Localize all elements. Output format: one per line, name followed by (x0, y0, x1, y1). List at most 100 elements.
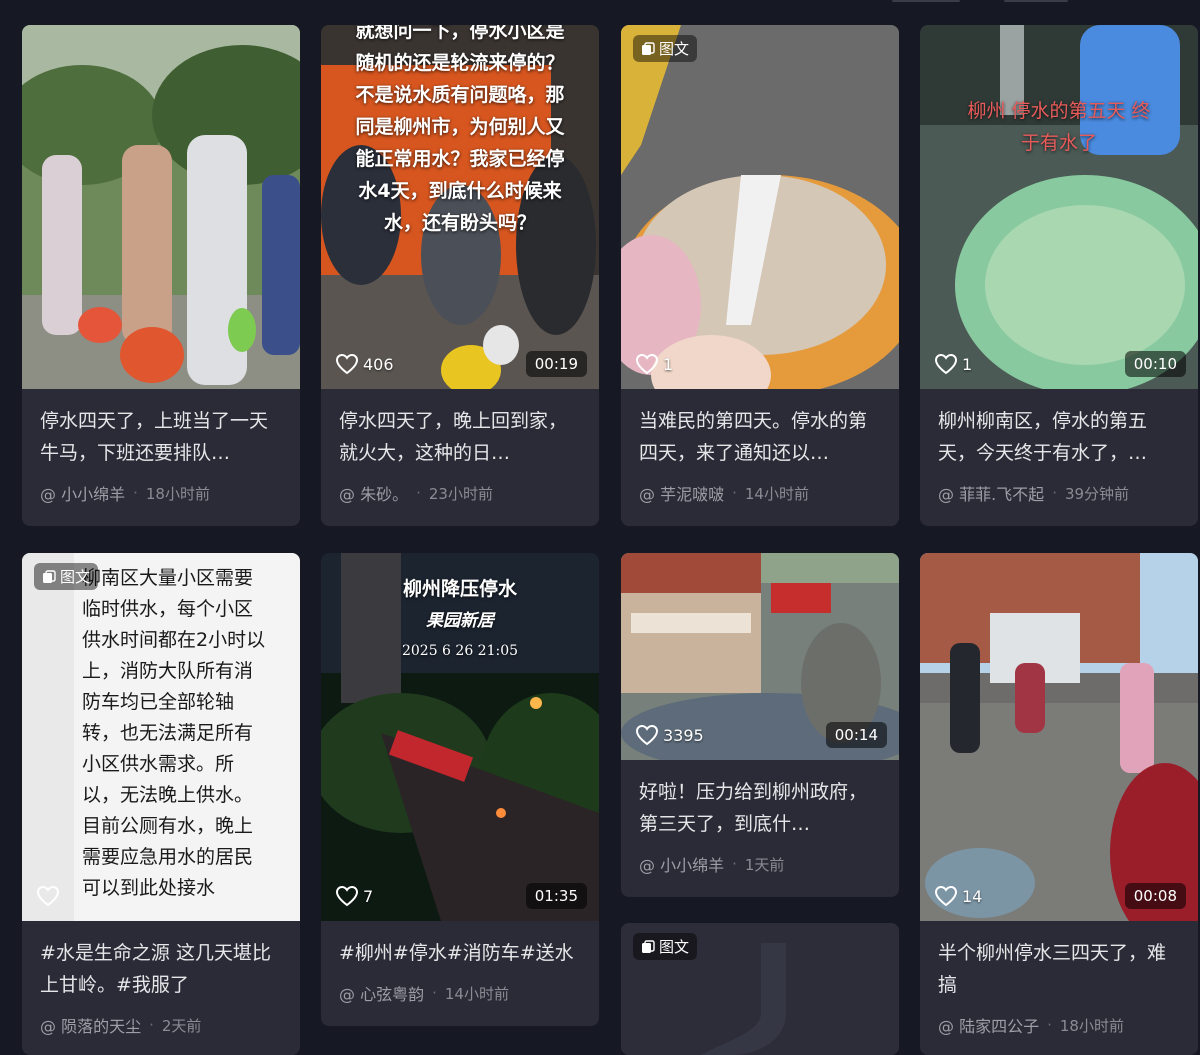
video-duration: 00:19 (525, 351, 587, 377)
separator: · (133, 484, 138, 502)
like-count[interactable]: 406 (335, 353, 394, 375)
like-count-value: 7 (363, 886, 374, 906)
like-count[interactable]: 7 (335, 885, 373, 907)
video-duration: 00:10 (1124, 351, 1186, 377)
post-time: 1天前 (744, 855, 785, 874)
badge-label: 图文 (659, 40, 690, 58)
post-time: 23小时前 (428, 484, 493, 503)
image-thumbnail[interactable]: 柳南区大量小区需要临时供水，每个小区供水时间都在2小时以上，消防大队所有消防车均… (22, 553, 300, 921)
image-text-badge: 图文 (633, 933, 698, 960)
like-count-value: 3395 (663, 725, 704, 745)
overlay-caption: 柳州降压停水 (402, 578, 517, 600)
image-text-icon (642, 41, 655, 55)
video-thumbnail[interactable]: 就想问一下，停水小区是随机的还是轮流来停的？不是说水质有问题咯，那同是柳州市，为… (321, 25, 599, 389)
video-duration: 01:35 (525, 883, 587, 909)
video-duration: 00:14 (825, 722, 887, 748)
heart-icon (335, 353, 359, 375)
card-meta: @ 陆家四公子 · 18小时前 (920, 1001, 1198, 1055)
like-count-value: 406 (363, 354, 394, 374)
post-time: 14小时前 (444, 984, 509, 1003)
card-meta: @ 心弦粤韵 · 14小时前 (321, 969, 599, 1023)
heart-icon (934, 353, 958, 375)
separator: · (432, 984, 437, 1002)
heart-icon (934, 885, 958, 907)
author-name[interactable]: @ 陆家四公子 (938, 1013, 1039, 1037)
badge-label: 图文 (60, 568, 91, 586)
feed-card[interactable]: 图文 (621, 923, 899, 1055)
separator: · (732, 484, 737, 502)
feed-card[interactable]: 停水四天了，上班当了一天牛马，下班还要排队… @ 小小绵羊 · 18小时前 (22, 25, 300, 526)
overlay-subtitle: 果园新居 (426, 611, 494, 631)
feed-card[interactable]: 柳南区大量小区需要临时供水，每个小区供水时间都在2小时以上，消防大队所有消防车均… (22, 553, 300, 1055)
overlay-caption: 柳南区大量小区需要临时供水，每个小区供水时间都在2小时以上，消防大队所有消防车均… (82, 567, 266, 899)
video-thumbnail[interactable]: 柳州 停水的第五天 终于有水了 1 00:10 (920, 25, 1198, 389)
overlay-date: 2025 6 26 21:05 (401, 643, 519, 659)
image-thumbnail[interactable]: 图文 (621, 923, 899, 1055)
author-name[interactable]: @ 陨落的天尘 (40, 1013, 141, 1037)
feed-card[interactable]: 图文 1 当难民的第四天。停水的第四天，来了通知还以… @ 芋泥啵啵 · 14小… (621, 25, 899, 526)
heart-icon (635, 353, 659, 375)
like-count[interactable]: 1 (934, 353, 972, 375)
image-text-badge: 图文 (34, 563, 99, 590)
separator: · (416, 484, 421, 502)
card-description: 当难民的第四天。停水的第四天，来了通知还以… (639, 410, 868, 464)
post-time: 18小时前 (145, 484, 210, 503)
like-count-value: 1 (663, 354, 674, 374)
overlay-caption: 柳州 停水的第五天 终于有水了 (967, 100, 1151, 154)
feed-card[interactable]: 柳州降压停水 果园新居 2025 6 26 21:05 7 01:35 #柳州#… (321, 553, 599, 1026)
like-count[interactable]: 1 (635, 353, 673, 375)
post-time: 18小时前 (1059, 1016, 1124, 1035)
image-text-icon (642, 939, 655, 953)
video-thumbnail[interactable]: 3395 00:14 (621, 553, 899, 760)
feed-card[interactable]: 3395 00:14 好啦！压力给到柳州政府，第三天了，到底什… @ 小小绵羊 … (621, 553, 899, 897)
separator: · (732, 855, 737, 873)
card-meta: @ 朱砂。 · 23小时前 (321, 469, 599, 523)
post-time: 14小时前 (744, 484, 809, 503)
like-count[interactable] (36, 885, 60, 907)
like-count[interactable]: 14 (934, 885, 982, 907)
card-description: #柳州#停水#消防车#送水 (339, 942, 574, 964)
card-meta: @ 菲菲.飞不起 · 39分钟前 (920, 469, 1198, 523)
feed-card[interactable]: 柳州 停水的第五天 终于有水了 1 00:10 柳州柳南区，停水的第五天，今天终… (920, 25, 1198, 526)
post-time: 2天前 (161, 1016, 202, 1035)
video-thumbnail[interactable]: 14 00:08 (920, 553, 1198, 921)
like-count-value: 1 (962, 354, 973, 374)
separator: · (149, 1016, 154, 1034)
card-description: #水是生命之源 这几天堪比上甘岭。#我服了 (40, 942, 271, 996)
author-name[interactable]: @ 小小绵羊 (639, 852, 724, 876)
post-time: 39分钟前 (1064, 484, 1130, 503)
card-description: 停水四天了，上班当了一天牛马，下班还要排队… (40, 410, 269, 464)
card-meta: @ 陨落的天尘 · 2天前 (22, 1001, 300, 1055)
like-count[interactable]: 3395 (635, 724, 704, 746)
feed-card[interactable]: 就想问一下，停水小区是随机的还是轮流来停的？不是说水质有问题咯，那同是柳州市，为… (321, 25, 599, 526)
author-name[interactable]: @ 小小绵羊 (40, 481, 125, 505)
overlay-caption: 就想问一下，停水小区是随机的还是轮流来停的？不是说水质有问题咯，那同是柳州市，为… (355, 25, 565, 234)
card-description: 好啦！压力给到柳州政府，第三天了，到底什… (639, 781, 868, 835)
separator: · (1052, 484, 1057, 502)
heart-icon (635, 724, 659, 746)
card-description: 柳州柳南区，停水的第五天，今天终于有水了，… (938, 410, 1148, 464)
card-meta: @ 小小绵羊 · 1天前 (621, 840, 899, 894)
video-thumbnail[interactable] (22, 25, 300, 389)
video-thumbnail[interactable]: 柳州降压停水 果园新居 2025 6 26 21:05 7 01:35 (321, 553, 599, 921)
badge-label: 图文 (659, 938, 690, 956)
author-name[interactable]: @ 芋泥啵啵 (639, 481, 724, 505)
heart-icon (335, 885, 359, 907)
top-scroll-hint (1004, 0, 1068, 2)
feed-card[interactable]: 14 00:08 半个柳州停水三四天了，难搞 @ 陆家四公子 · 18小时前 (920, 553, 1198, 1055)
card-meta: @ 芋泥啵啵 · 14小时前 (621, 469, 899, 523)
author-name[interactable]: @ 心弦粤韵 (339, 981, 424, 1005)
card-description: 停水四天了，晚上回到家，就火大，这种的日… (339, 410, 568, 464)
image-thumbnail[interactable]: 图文 1 (621, 25, 899, 389)
author-name[interactable]: @ 菲菲.飞不起 (938, 481, 1044, 505)
image-text-icon (43, 569, 56, 583)
author-name[interactable]: @ 朱砂。 (339, 481, 408, 505)
separator: · (1047, 1016, 1052, 1034)
top-scroll-hint (892, 0, 960, 2)
card-description: 半个柳州停水三四天了，难搞 (938, 942, 1167, 996)
heart-icon (36, 885, 60, 907)
image-text-badge: 图文 (633, 35, 698, 62)
video-duration: 00:08 (1124, 883, 1186, 909)
card-meta: @ 小小绵羊 · 18小时前 (22, 469, 300, 523)
like-count-value: 14 (962, 886, 983, 906)
